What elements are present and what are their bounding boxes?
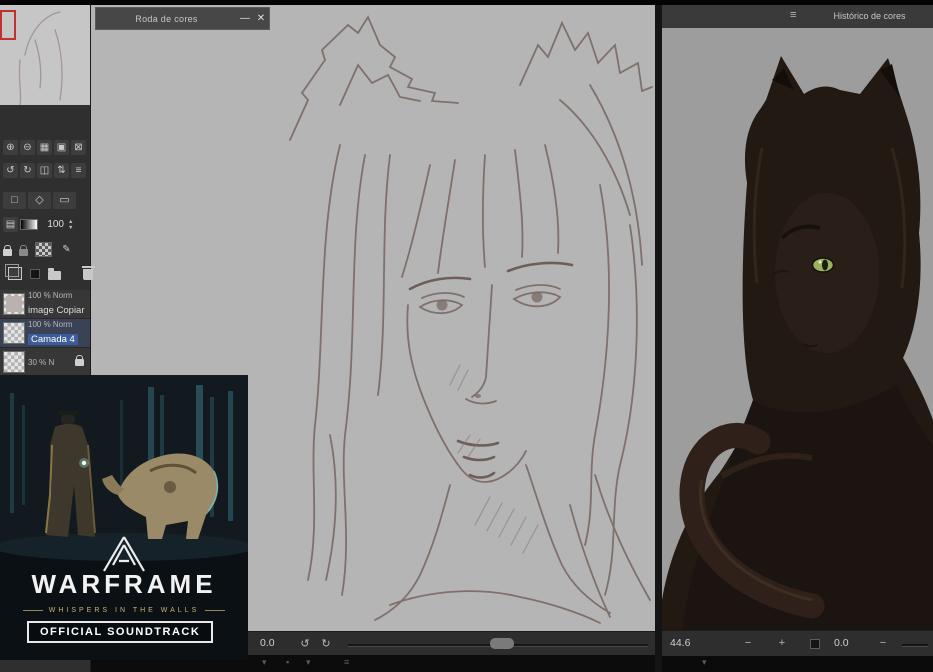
color-history-title: Histórico de cores [833,11,906,21]
zoom-out-icon[interactable]: ⊖ [20,140,35,155]
zoom-in-icon[interactable]: + [774,635,790,651]
rotate-minus-icon[interactable]: − [875,635,891,651]
new-folder-icon[interactable] [48,267,61,280]
panel-menu-icon[interactable]: ≡ [790,9,796,21]
layer-opacity-mode: 30 % N [28,357,55,367]
layer-info: 30 % N [28,358,75,367]
reference-canvas[interactable] [662,28,933,630]
album-badge: OFFICIAL SOUNDTRACK [27,621,214,643]
navigator-preview[interactable] [0,0,90,105]
layer-info: 100 % Norm image Copiar [28,291,90,318]
dot-icon: ▪ [286,657,290,667]
flip-vertical-icon[interactable]: ⇅ [54,163,69,178]
lock-transparency-icon[interactable] [19,244,28,256]
close-button[interactable]: ✕ [253,11,269,26]
layer-row[interactable]: 100 % Norm image Copiar [0,290,90,319]
album-title: WARFRAME [31,569,217,599]
rotate-cw-icon[interactable]: ↻ [318,636,334,652]
color-wheel-panel-titlebar[interactable]: Roda de cores — ✕ [95,7,270,30]
color-wheel-panel-title: Roda de cores [135,13,198,24]
layer-opacity-mode: 100 % Norm [28,290,73,300]
painted-cat-figure [662,28,933,630]
album-subtitle: WHISPERS IN THE WALLS [48,607,200,614]
transparency-checker-icon[interactable] [35,242,52,257]
minimize-button[interactable]: — [237,11,253,26]
chevron-down-icon[interactable]: ▾ [702,657,707,668]
select-tool-icon[interactable]: □ [3,192,26,209]
chevron-down-icon[interactable]: ▾ [262,657,267,668]
paint-app-window: Roda de cores — ✕ ⊕ ⊖ ▦ ▣ ⊠ ↺ ↻ ◫ ⇅ ≡ □ … [0,0,933,672]
stepper-down-icon[interactable]: ▼ [68,225,73,231]
bottom-strip-right: ▾ [662,656,933,672]
rotate-cw-icon[interactable]: ↻ [20,163,35,178]
layer-thumbnail[interactable] [3,293,25,315]
marquee-tool-icon[interactable]: ▭ [53,192,76,209]
layer-opacity-row: ▤ 100 ▲ ▼ [3,217,73,232]
menu-icon[interactable]: ≡ [344,657,349,667]
album-subtitle-row: WHISPERS IN THE WALLS [0,607,248,614]
top-window-strip [0,0,933,5]
layer-thumbnail-image [6,296,22,312]
lasso-tool-icon[interactable]: ◇ [28,192,51,209]
view-zoom-row: ⊕ ⊖ ▦ ▣ ⊠ [3,140,86,155]
panel-gap-divider [655,0,662,672]
layer-lock-row: ✎ [3,242,74,257]
zoom-value[interactable]: 44.6 [670,637,690,649]
view-rotate-row: ↺ ↻ ◫ ⇅ ≡ [3,163,86,178]
delete-layer-icon[interactable] [81,266,95,280]
color-history-window: ≡ Histórico de cores 44.6 − + 0.0 − ▾ [662,0,933,672]
zoom-in-icon[interactable]: ⊕ [3,140,18,155]
actual-size-icon[interactable]: ▣ [54,140,69,155]
rotation-value[interactable]: 0.0 [260,637,275,649]
new-fill-layer-icon[interactable] [30,268,40,279]
color-history-titlebar[interactable]: ≡ Histórico de cores [662,4,933,29]
chevron-down-icon[interactable]: ▾ [306,657,311,668]
zoom-slider-track[interactable] [902,644,928,647]
rotate-ccw-icon[interactable]: ↺ [297,636,313,652]
flip-horizontal-icon[interactable]: ◫ [37,163,52,178]
layer-thumbnail[interactable] [3,322,25,344]
layer-info: 100 % Norm Camada 4 [28,320,90,347]
layer-opacity-mode: 100 % Norm [28,319,73,329]
layer-row-selected[interactable]: 100 % Norm Camada 4 [0,319,90,348]
opacity-stepper[interactable]: ▲ ▼ [68,219,73,231]
layer-list: 100 % Norm image Copiar 100 % Norm Camad… [0,290,90,377]
opacity-gradient-bar[interactable] [20,219,38,230]
navigator-view-rectangle[interactable] [0,10,16,40]
view-menu-icon[interactable]: ≡ [71,163,86,178]
rotation-value[interactable]: 0.0 [834,637,849,649]
draft-pen-icon[interactable]: ✎ [59,242,74,257]
layer-locked-icon [75,354,84,366]
reference-status-bar: 44.6 − + 0.0 − [662,630,933,657]
album-art-overlay[interactable]: WARFRAME WHISPERS IN THE WALLS OFFICIAL … [0,375,248,660]
zoom-out-icon[interactable]: − [740,635,756,651]
zoom-slider-handle[interactable] [490,638,514,649]
new-layer-icon[interactable] [5,264,22,280]
album-artwork [0,375,248,660]
close-view-icon[interactable]: ⊠ [71,140,86,155]
layer-thumbnail[interactable] [3,351,25,373]
layer-actions-row [3,264,95,280]
lock-layer-icon[interactable] [3,244,12,256]
rotate-ccw-icon[interactable]: ↺ [3,163,18,178]
layer-opacity-value[interactable]: 100 [40,219,64,230]
layer-name[interactable]: image Copiar [28,305,85,316]
fit-view-icon[interactable]: ▦ [37,140,52,155]
subtitle-rule-left [22,610,43,611]
layer-name[interactable]: Camada 4 [28,333,78,345]
reset-zoom-icon[interactable] [810,639,820,649]
layer-row[interactable]: 30 % N [0,348,90,377]
selection-tools-row: □ ◇ ▭ [3,192,76,209]
subtitle-rule-right [205,610,226,611]
blend-mode-icon[interactable]: ▤ [3,217,18,232]
